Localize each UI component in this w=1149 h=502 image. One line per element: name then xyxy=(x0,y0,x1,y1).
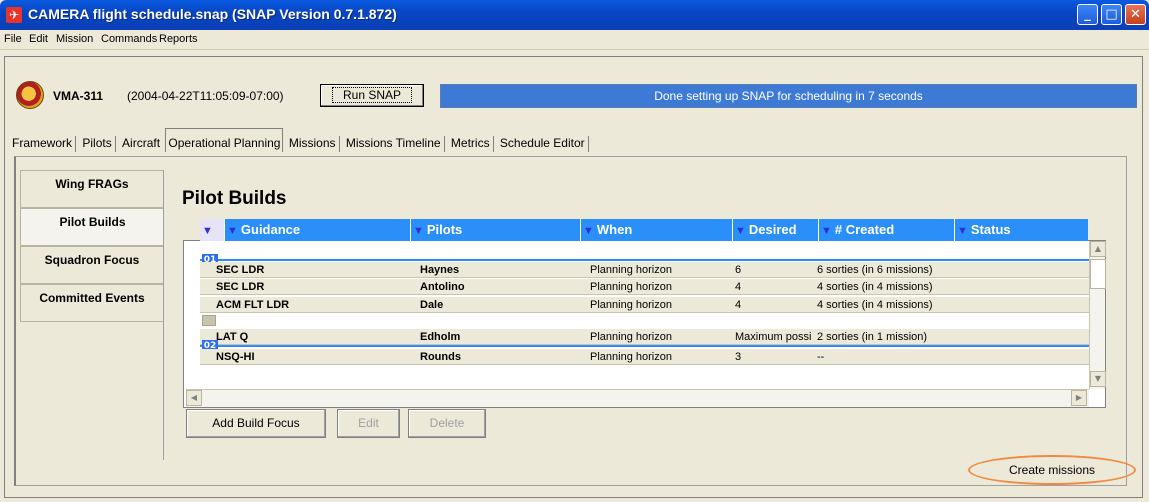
row-handle[interactable] xyxy=(202,315,216,326)
squadron-name: VMA-311 xyxy=(53,89,104,103)
maximize-button[interactable]: □ xyxy=(1101,4,1122,25)
side-tab-wing-frags[interactable]: Wing FRAGs xyxy=(20,170,164,208)
table-row[interactable]: ACM FLT LDR Dale Planning horizon 4 4 so… xyxy=(200,297,1089,313)
sort-all-icon[interactable]: ▼ xyxy=(200,219,224,241)
column-header-pilots[interactable]: ▼ Pilots xyxy=(410,219,580,241)
table-row[interactable]: NSQ-HI Rounds Planning horizon 3 -- xyxy=(200,349,1089,365)
tab-pilots[interactable]: Pilots xyxy=(80,132,113,154)
scroll-down-icon[interactable]: ▼ xyxy=(1090,371,1106,387)
section-title: Pilot Builds xyxy=(182,188,287,209)
table-row[interactable]: LAT Q Edholm Planning horizon Maximum po… xyxy=(200,329,1089,345)
run-snap-button[interactable]: Run SNAP xyxy=(320,84,424,107)
table-row[interactable]: SEC LDR Antolino Planning horizon 4 4 so… xyxy=(200,279,1089,295)
vertical-scrollbar[interactable]: ▲ ▼ xyxy=(1089,241,1106,389)
delete-button[interactable]: Delete xyxy=(408,409,486,438)
tab-framework[interactable]: Framework xyxy=(10,132,74,154)
status-bar: Done setting up SNAP for scheduling in 7… xyxy=(440,84,1137,108)
group-divider xyxy=(200,259,1089,261)
create-missions-button[interactable]: Create missions xyxy=(968,455,1136,485)
sort-icon: ▼ xyxy=(413,225,424,237)
side-tab-committed-events[interactable]: Committed Events xyxy=(20,284,164,322)
scroll-right-icon[interactable]: ▶ xyxy=(1071,390,1087,406)
menu-edit[interactable]: Edit xyxy=(29,33,48,45)
edit-button[interactable]: Edit xyxy=(337,409,400,438)
tab-metrics[interactable]: Metrics xyxy=(449,132,492,154)
column-header-desired[interactable]: ▼ Desired xyxy=(732,219,818,241)
scroll-thumb[interactable] xyxy=(1090,259,1106,289)
table-body: 01 SEC LDR Haynes Planning horizon 6 6 s… xyxy=(186,244,1089,389)
tab-operational-planning[interactable]: Operational Planning xyxy=(165,128,284,152)
table-row[interactable]: SEC LDR Haynes Planning horizon 6 6 sort… xyxy=(200,262,1089,278)
menu-reports[interactable]: Reports xyxy=(159,33,198,45)
tab-missions[interactable]: Missions xyxy=(287,132,338,154)
sort-icon: ▼ xyxy=(957,225,968,237)
side-tab-squadron-focus[interactable]: Squadron Focus xyxy=(20,246,164,284)
sort-icon: ▼ xyxy=(735,225,746,237)
column-header-created[interactable]: ▼ # Created xyxy=(818,219,954,241)
app-icon: ✈ xyxy=(6,7,22,23)
tab-schedule-editor[interactable]: Schedule Editor xyxy=(498,132,587,154)
menu-file[interactable]: File xyxy=(4,33,22,45)
column-header-status[interactable]: ▼ Status xyxy=(954,219,1088,241)
tab-missions-timeline[interactable]: Missions Timeline xyxy=(344,132,443,154)
group-divider xyxy=(200,345,1089,347)
close-button[interactable]: ✕ xyxy=(1125,4,1146,25)
tab-strip: Framework Pilots Aircraft Operational Pl… xyxy=(10,128,590,154)
minimize-button[interactable]: _ xyxy=(1077,4,1098,25)
window-title: CAMERA flight schedule.snap (SNAP Versio… xyxy=(28,6,397,22)
sort-icon: ▼ xyxy=(227,225,238,237)
scroll-up-icon[interactable]: ▲ xyxy=(1090,241,1106,257)
tab-aircraft[interactable]: Aircraft xyxy=(120,132,162,154)
sort-icon: ▼ xyxy=(583,225,594,237)
squadron-logo-icon xyxy=(16,81,44,109)
sort-icon: ▼ xyxy=(821,225,832,237)
column-header-guidance[interactable]: ▼ Guidance xyxy=(224,219,410,241)
menu-commands[interactable]: Commands xyxy=(101,33,157,45)
horizontal-scrollbar[interactable]: ◀ ▶ xyxy=(186,389,1089,407)
add-build-focus-button[interactable]: Add Build Focus xyxy=(186,409,326,438)
table-header: ▼ ▼ Guidance ▼ Pilots ▼ When ▼ Desired ▼ # Cr… xyxy=(200,219,1088,241)
run-snap-label: Run SNAP xyxy=(331,87,413,103)
run-date: (2004-04-22T11:05:09-07:00) xyxy=(127,89,284,103)
side-tab-pilot-builds[interactable]: Pilot Builds xyxy=(20,208,164,246)
scroll-left-icon[interactable]: ◀ xyxy=(186,390,202,406)
column-header-when[interactable]: ▼ When xyxy=(580,219,732,241)
menu-mission[interactable]: Mission xyxy=(56,33,93,45)
